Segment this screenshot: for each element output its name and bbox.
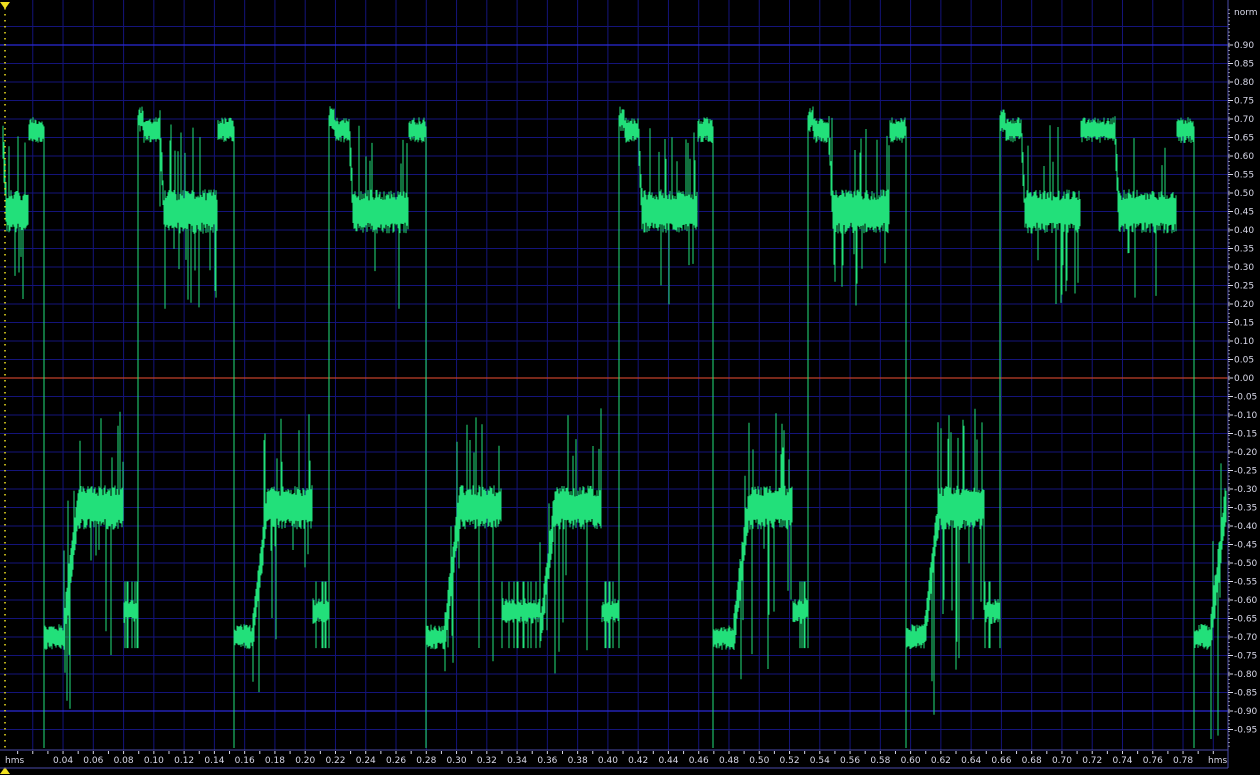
x-tick-label: 0.22 — [325, 756, 345, 766]
y-tick-label: 0.90 — [1234, 41, 1254, 51]
x-tick-label: 0.42 — [628, 756, 648, 766]
y-tick-label: 0.20 — [1234, 300, 1254, 310]
y-axis[interactable]: 0.90 0.85 0.80 0.75 0.70 0.65 0.60 0.55 0.50 0.45… — [1228, 9, 1258, 747]
x-tick-label: 0.60 — [901, 756, 921, 766]
y-tick-label: 0.85 — [1234, 60, 1254, 70]
y-tick-label: 0.40 — [1234, 226, 1254, 236]
y-tick-label: -0.10 — [1234, 411, 1258, 421]
y-tick-label: -0.80 — [1234, 670, 1258, 680]
y-tick-label: -0.85 — [1234, 689, 1257, 699]
y-tick-label: -0.25 — [1234, 467, 1257, 477]
x-tick-label: 0.62 — [931, 756, 951, 766]
x-tick-label: 0.64 — [961, 756, 981, 766]
x-tick-label: 0.10 — [144, 756, 164, 766]
x-tick-label: 0.40 — [598, 756, 618, 766]
x-tick-label: 0.08 — [114, 756, 134, 766]
y-tick-label: -0.50 — [1234, 559, 1258, 569]
y-tick-label: -0.95 — [1234, 726, 1257, 736]
x-tick-label: 0.30 — [447, 756, 467, 766]
y-tick-label: 0.10 — [1234, 337, 1254, 347]
y-tick-label: -0.55 — [1234, 578, 1257, 588]
x-tick-label: 0.06 — [83, 756, 103, 766]
x-tick-label: 0.12 — [174, 756, 194, 766]
x-tick-label: 0.26 — [386, 756, 406, 766]
y-tick-label: 0.45 — [1234, 208, 1254, 218]
x-tick-label: 0.38 — [568, 756, 588, 766]
waveform-path — [2, 106, 1227, 748]
x-tick-label: 0.76 — [1143, 756, 1163, 766]
y-tick-label: -0.15 — [1234, 430, 1257, 440]
y-tick-label: 0.75 — [1234, 97, 1254, 107]
x-tick-label: 0.04 — [53, 756, 73, 766]
grid — [0, 0, 1228, 750]
x-tick-label: 0.32 — [477, 756, 497, 766]
y-unit: norm — [1234, 8, 1258, 18]
y-tick-label: -0.20 — [1234, 448, 1258, 458]
x-tick-label: 0.56 — [840, 756, 860, 766]
y-tick-label: -0.70 — [1234, 633, 1258, 643]
y-tick-label: 0.80 — [1234, 78, 1254, 88]
x-tick-label: 0.66 — [991, 756, 1011, 766]
y-tick-label: -0.30 — [1234, 485, 1258, 495]
y-tick-label: 0.15 — [1234, 319, 1254, 329]
y-tick-label: 0.50 — [1234, 189, 1254, 199]
x-tick-label: 0.28 — [416, 756, 436, 766]
x-tick-label: 0.72 — [1082, 756, 1102, 766]
y-tick-label: -0.35 — [1234, 504, 1257, 514]
x-tick-label: 0.34 — [507, 756, 527, 766]
y-tick-label: -0.65 — [1234, 615, 1257, 625]
x-tick-label: 0.18 — [265, 756, 285, 766]
x-tick-label: 0.68 — [1022, 756, 1042, 766]
x-tick-label: 0.24 — [356, 756, 376, 766]
y-tick-label: 0.30 — [1234, 263, 1254, 273]
x-unit-left: hms — [5, 756, 24, 766]
x-tick-label: 0.36 — [537, 756, 557, 766]
x-tick-label: 0.74 — [1112, 756, 1132, 766]
y-tick-label: -0.75 — [1234, 652, 1257, 662]
x-tick-label: 0.78 — [1173, 756, 1193, 766]
x-tick-label: 0.50 — [749, 756, 769, 766]
x-tick-label: 0.48 — [719, 756, 739, 766]
y-tick-label: 0.60 — [1234, 152, 1254, 162]
y-tick-label: 0.65 — [1234, 134, 1254, 144]
y-tick-label: -0.60 — [1234, 596, 1258, 606]
x-tick-label: 0.20 — [295, 756, 315, 766]
y-tick-label: 0.35 — [1234, 245, 1254, 255]
top-marker-icon[interactable] — [0, 2, 10, 9]
y-tick-label: -0.45 — [1234, 541, 1257, 551]
y-tick-label: 0.25 — [1234, 282, 1254, 292]
y-tick-label: -0.05 — [1234, 393, 1257, 403]
x-tick-label: 0.52 — [780, 756, 800, 766]
y-tick-label: -0.40 — [1234, 522, 1258, 532]
x-tick-label: 0.58 — [870, 756, 890, 766]
x-tick-label: 0.44 — [658, 756, 678, 766]
x-axis[interactable]: 0.04 0.06 0.08 0.10 0.12 0.14 0.16 0.18 0.20 0.22… — [17, 751, 1214, 766]
y-tick-label: 0.00 — [1234, 374, 1254, 384]
x-tick-label: 0.46 — [689, 756, 709, 766]
y-tick-label: 0.55 — [1234, 171, 1254, 181]
x-tick-label: 0.70 — [1052, 756, 1072, 766]
y-tick-label: -0.90 — [1234, 707, 1258, 717]
x-tick-label: 0.14 — [204, 756, 224, 766]
x-unit-right: hms — [1208, 756, 1227, 766]
x-tick-label: 0.54 — [810, 756, 830, 766]
y-tick-label: 0.70 — [1234, 115, 1254, 125]
waveform-display[interactable]: 0.04 0.06 0.08 0.10 0.12 0.14 0.16 0.18 0.20 0.22… — [0, 0, 1260, 775]
x-tick-label: 0.16 — [235, 756, 255, 766]
y-tick-label: 0.05 — [1234, 356, 1254, 366]
